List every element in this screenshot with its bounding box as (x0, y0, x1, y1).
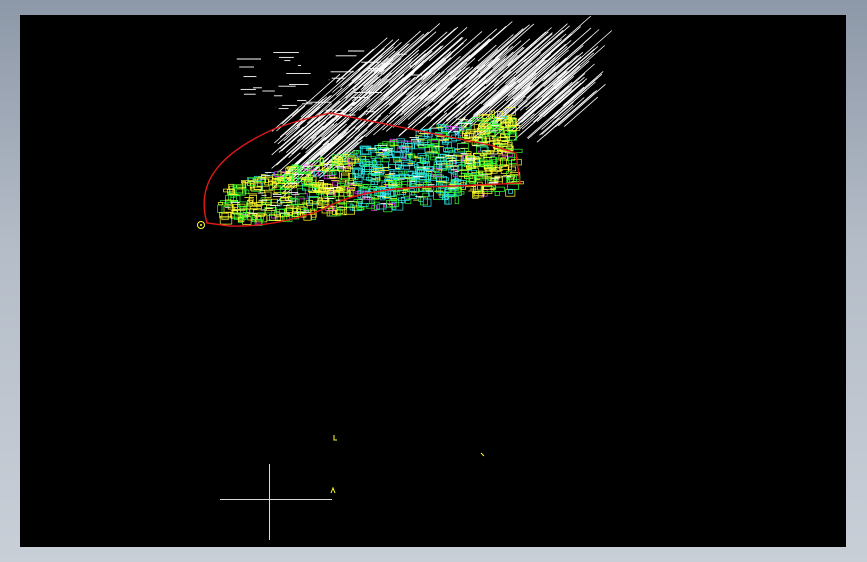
hatch-line (552, 48, 595, 86)
hatch-line (382, 88, 430, 131)
building-block (454, 196, 459, 205)
building-block (265, 198, 278, 204)
building-block (405, 199, 412, 205)
building-block (357, 207, 364, 211)
hatch-line (510, 43, 560, 88)
building-block (505, 189, 516, 197)
building-block (286, 204, 294, 213)
stray-mark (480, 452, 485, 457)
hatch-line (414, 26, 459, 66)
building-block (383, 203, 393, 213)
hatch-line (335, 37, 388, 84)
building-block (376, 203, 387, 210)
building-block (264, 191, 272, 198)
building-block (234, 187, 243, 195)
hatch-line (359, 114, 389, 141)
hatch-line (535, 78, 570, 109)
building-block (478, 170, 492, 176)
model-space-viewport[interactable] (20, 15, 846, 547)
hatch-line (380, 31, 429, 75)
building-block (446, 141, 452, 149)
building-block (508, 166, 517, 172)
building-block (252, 215, 261, 220)
building-block (507, 183, 519, 190)
building-block (332, 181, 339, 186)
hatch-line (432, 112, 448, 126)
building-block (296, 188, 306, 195)
building-block (382, 157, 390, 163)
building-block (482, 188, 488, 197)
building-block (354, 175, 363, 183)
origin-marker-icon[interactable] (197, 221, 205, 229)
cad-drawing[interactable] (20, 15, 846, 547)
hatch-line (527, 59, 547, 78)
building-block (420, 196, 428, 206)
building-block (418, 197, 424, 202)
building-block (370, 181, 375, 185)
stray-mark (330, 486, 336, 494)
building-block (494, 191, 500, 196)
hatch-line (336, 48, 374, 82)
building-block (439, 177, 449, 182)
stray-mark (333, 435, 337, 441)
hatch-line (418, 94, 453, 124)
hatch-line (495, 23, 535, 59)
building-block (249, 205, 262, 210)
building-block (460, 172, 467, 182)
hatch-line (384, 64, 422, 97)
hatch-line (541, 117, 561, 135)
hatch-line (514, 113, 535, 132)
ucs-crosshair-icon-vertical (269, 464, 270, 540)
building-block (217, 202, 224, 206)
ucs-crosshair-icon (220, 499, 332, 500)
building-block (457, 143, 469, 152)
building-block (382, 141, 395, 146)
building-block (217, 204, 223, 214)
